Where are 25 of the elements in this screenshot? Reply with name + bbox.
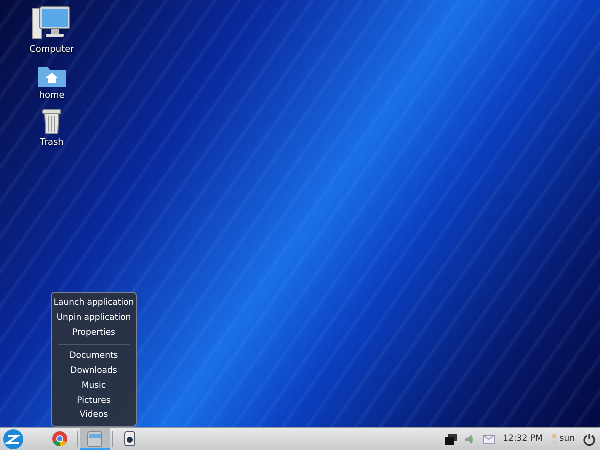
desktop-icon-label[interactable]: home <box>39 90 65 103</box>
menu-item[interactable]: Unpin application <box>56 311 132 326</box>
windows-icon[interactable] <box>445 434 458 444</box>
computer-icon <box>32 6 72 42</box>
menu-item[interactable]: Properties <box>72 326 116 340</box>
menu-item[interactable]: Music <box>82 378 106 394</box>
file-cabinet-icon <box>87 430 103 448</box>
mail-icon[interactable] <box>483 434 496 444</box>
speaker-icon[interactable] <box>465 434 476 444</box>
scanner-icon <box>124 431 136 447</box>
desktop-icon-label[interactable]: Trash <box>40 137 64 150</box>
power-icon[interactable] <box>583 432 596 446</box>
desktop-icon-label[interactable]: Computer <box>30 44 74 58</box>
menu-item[interactable]: Documents <box>70 349 118 364</box>
user-name[interactable]: sun <box>560 432 575 446</box>
user-icon <box>550 434 558 444</box>
menu-item[interactable]: Pictures <box>77 394 111 408</box>
start-button[interactable] <box>1 428 25 450</box>
start-logo-icon <box>2 428 24 450</box>
clock[interactable]: 12:32 PM <box>503 432 543 446</box>
menu-item[interactable]: Videos <box>80 408 108 423</box>
browser-icon <box>52 431 68 447</box>
trash-icon <box>42 109 62 135</box>
menu-item[interactable]: Launch application <box>54 296 134 312</box>
menu-item[interactable]: Downloads <box>70 364 118 379</box>
